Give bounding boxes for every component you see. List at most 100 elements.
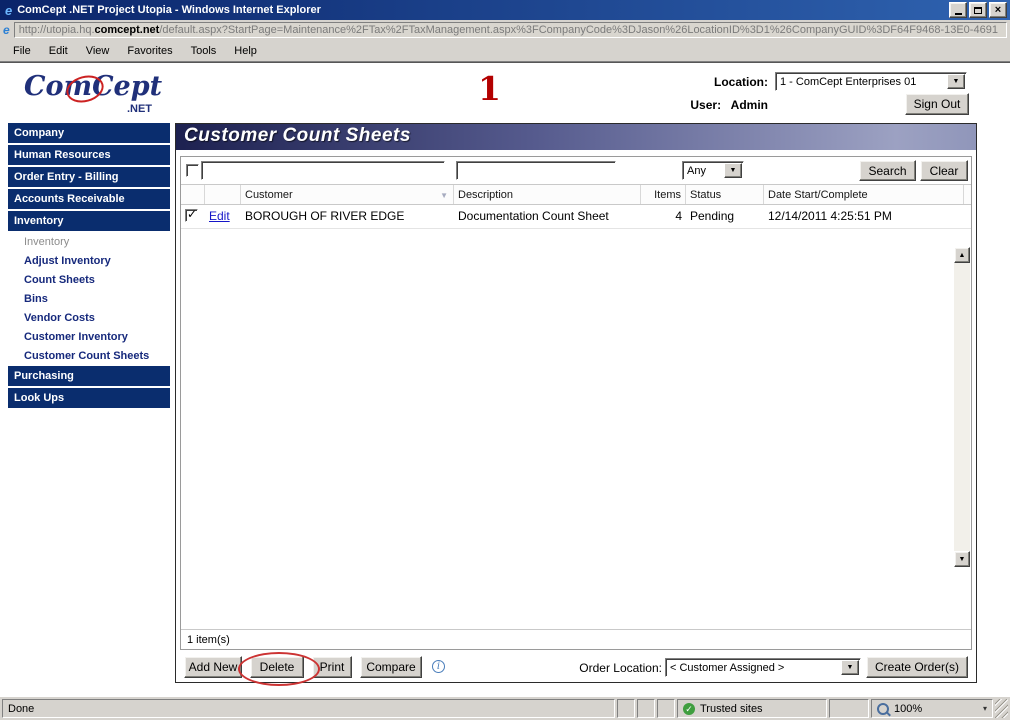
cell-customer: BOROUGH OF RIVER EDGE [245,209,405,223]
sign-out-button[interactable]: Sign Out [905,93,969,115]
edit-link[interactable]: Edit [209,209,230,223]
compare-button[interactable]: Compare [360,656,422,678]
header-items[interactable]: Items [641,185,686,204]
status-text-pane: Done [2,699,615,718]
zoom-icon [877,702,889,715]
main-panel: Customer Count Sheets Any ▼ Search Clear [175,123,977,686]
window-controls: × [949,2,1007,18]
maximize-button[interactable] [969,2,987,18]
ie-icon: e [5,2,13,18]
menu-item[interactable]: Tools [182,42,226,60]
header-customer[interactable]: Customer ▼ [241,185,454,204]
cell-items: 4 [675,209,682,223]
description-filter-input[interactable] [456,161,616,180]
filter-row: Any ▼ Search Clear [181,157,971,185]
sidebar-item[interactable]: Inventory [8,211,170,231]
sidebar-item[interactable]: Order Entry - Billing [8,167,170,187]
cell-status: Pending [690,209,735,223]
url-prefix: http://utopia.hq. [18,24,95,36]
order-location-label: Order Location: [579,661,662,675]
menu-bar: File Edit View Favorites Tools Help [0,40,1010,62]
user-line: User: Admin [640,98,768,112]
header-checkbox-col [181,185,205,204]
resize-grip[interactable] [995,699,1008,718]
sidebar-item[interactable]: Adjust Inventory [8,252,170,271]
search-button[interactable]: Search [859,160,916,181]
minimize-icon [954,12,962,15]
sort-desc-icon: ▼ [440,191,448,200]
status-filter-select[interactable]: Any ▼ [682,161,744,180]
trusted-zone-icon: ✓ [683,702,695,715]
security-zone-pane: ✓ Trusted sites [677,699,827,718]
status-pane [829,699,869,718]
sidebar-item[interactable]: Human Resources [8,145,170,165]
menu-item[interactable]: File [4,42,40,60]
create-orders-button[interactable]: Create Order(s) [866,656,968,678]
print-button[interactable]: Print [312,656,352,678]
chevron-down-icon[interactable]: ▾ [983,704,987,713]
sidebar-item[interactable]: Customer Count Sheets [8,347,170,366]
zone-text: Trusted sites [700,702,763,715]
scroll-down-icon[interactable]: ▼ [954,551,970,567]
row-checkbox[interactable] [185,207,198,222]
sidebar-item[interactable]: Customer Inventory [8,328,170,347]
zoom-control[interactable]: 100% ▾ [871,699,993,718]
sidebar-item[interactable]: Vendor Costs [8,309,170,328]
sidebar-item[interactable]: Look Ups [8,388,170,408]
sidebar-item[interactable]: Company [8,123,170,143]
sidebar-item[interactable]: Bins [8,290,170,309]
table-row: Edit BOROUGH OF RIVER EDGE Documentation… [181,205,971,229]
status-text: Done [8,702,35,715]
status-pane [657,699,675,718]
chevron-down-icon[interactable]: ▼ [947,74,965,89]
window-title: ComCept .NET Project Utopia - Windows In… [17,4,321,16]
header-edit-col [205,185,241,204]
sidebar-item[interactable]: Purchasing [8,366,170,386]
comcept-logo: ComCept .NET [24,69,162,115]
zoom-level: 100% [894,702,923,715]
status-bar: Done ✓ Trusted sites 100% ▾ [0,696,1010,720]
menu-item[interactable]: Favorites [118,42,181,60]
add-new-button[interactable]: Add New [184,656,242,678]
header-description[interactable]: Description [454,185,641,204]
sidebar-item[interactable]: Accounts Receivable [8,189,170,209]
status-pane [637,699,655,718]
header-date[interactable]: Date Start/Complete [764,185,964,204]
menu-item[interactable]: Help [225,42,266,60]
select-all-checkbox[interactable] [186,164,199,177]
browser-window: e ComCept .NET Project Utopia - Windows … [0,0,1010,720]
page-title: Customer Count Sheets [176,124,976,150]
location-label: Location: [714,75,768,89]
minimize-button[interactable] [949,2,967,18]
location-select[interactable]: 1 - ComCept Enterprises 01 ▼ [775,72,967,91]
close-button[interactable]: × [989,2,1007,18]
sidebar-item[interactable]: Inventory [8,233,170,252]
customer-filter-input[interactable] [201,161,445,180]
grid-scrollbar[interactable]: ▲ ▼ [954,247,970,567]
url-path: /default.aspx?StartPage=Maintenance%2FTa… [159,24,998,36]
sidebar-item[interactable]: Count Sheets [8,271,170,290]
menu-item[interactable]: View [77,42,119,60]
url-domain: comcept.net [94,24,160,36]
delete-button[interactable]: Delete [250,656,304,678]
header-status[interactable]: Status [686,185,764,204]
scroll-up-icon[interactable]: ▲ [954,247,970,263]
table-body: Edit BOROUGH OF RIVER EDGE Documentation… [181,205,971,229]
chevron-down-icon[interactable]: ▼ [841,660,859,675]
logo-net-label: .NET [126,103,152,115]
menu-item[interactable]: Edit [40,42,77,60]
action-bar: Add New Delete Print Compare i Order Loc… [176,652,976,686]
page-icon: e [3,23,10,37]
page-content: ComCept .NET 1 Location: 1 - ComCept Ent… [0,62,1010,696]
item-count: 1 item(s) [181,629,971,649]
info-icon[interactable]: i [432,660,445,673]
user-label: User: [690,98,722,112]
clear-button[interactable]: Clear [920,160,968,181]
url-field[interactable]: http://utopia.hq.comcept.net/default.asp… [13,22,1007,38]
order-location-value: < Customer Assigned > [670,661,785,674]
annotation-step-1: 1 [478,69,501,108]
table-header: Customer ▼ Description Items Status Date … [181,185,971,205]
order-location-select[interactable]: < Customer Assigned > ▼ [665,658,861,677]
chevron-down-icon[interactable]: ▼ [724,163,742,178]
maximize-icon [974,6,982,14]
